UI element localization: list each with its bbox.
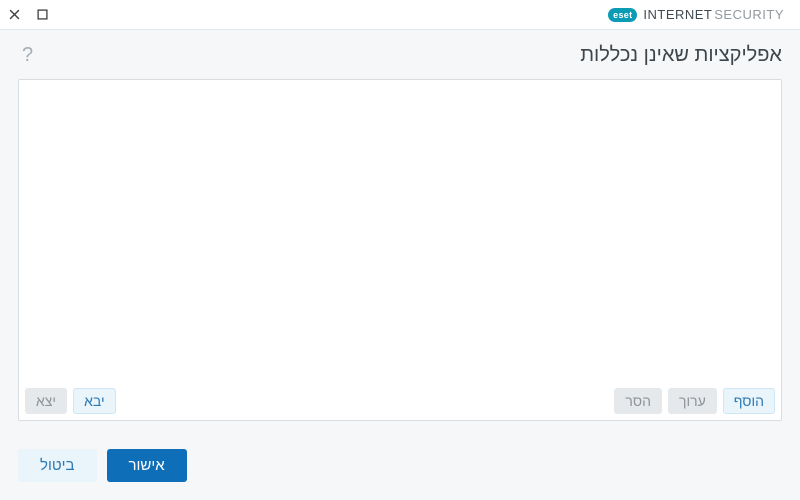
export-button: יצא [25, 388, 67, 414]
excluded-apps-list[interactable] [19, 80, 781, 382]
titlebar: eset INTERNET SECURITY [0, 0, 800, 30]
remove-button: הסר [614, 388, 662, 414]
maximize-icon [37, 9, 48, 20]
list-actions-io: יבא יצא [25, 388, 116, 414]
header-row: אפליקציות שאינן נכללות ? [18, 44, 782, 67]
page-title: אפליקציות שאינן נכללות [580, 44, 782, 67]
brand-text: INTERNET SECURITY [643, 7, 784, 22]
ok-button[interactable]: אישור [107, 449, 187, 482]
content-area: אפליקציות שאינן נכללות ? הוסף ערוך הסר י… [0, 30, 800, 500]
brand-badge: eset [608, 8, 637, 22]
list-panel: הוסף ערוך הסר יבא יצא [18, 79, 782, 421]
brand-name-2: SECURITY [714, 7, 784, 22]
close-button[interactable] [0, 0, 28, 30]
list-actions-primary: הוסף ערוך הסר [614, 388, 775, 414]
maximize-button[interactable] [28, 0, 56, 30]
brand-name-1: INTERNET [643, 7, 712, 22]
close-icon [9, 9, 20, 20]
add-button[interactable]: הוסף [723, 388, 775, 414]
list-actions: הוסף ערוך הסר יבא יצא [19, 382, 781, 420]
window-controls [0, 0, 56, 30]
import-button[interactable]: יבא [73, 388, 116, 414]
cancel-button[interactable]: ביטול [18, 449, 97, 482]
dialog-footer: אישור ביטול [18, 421, 782, 482]
edit-button: ערוך [668, 388, 717, 414]
help-icon[interactable]: ? [18, 44, 37, 67]
brand: eset INTERNET SECURITY [608, 7, 794, 22]
